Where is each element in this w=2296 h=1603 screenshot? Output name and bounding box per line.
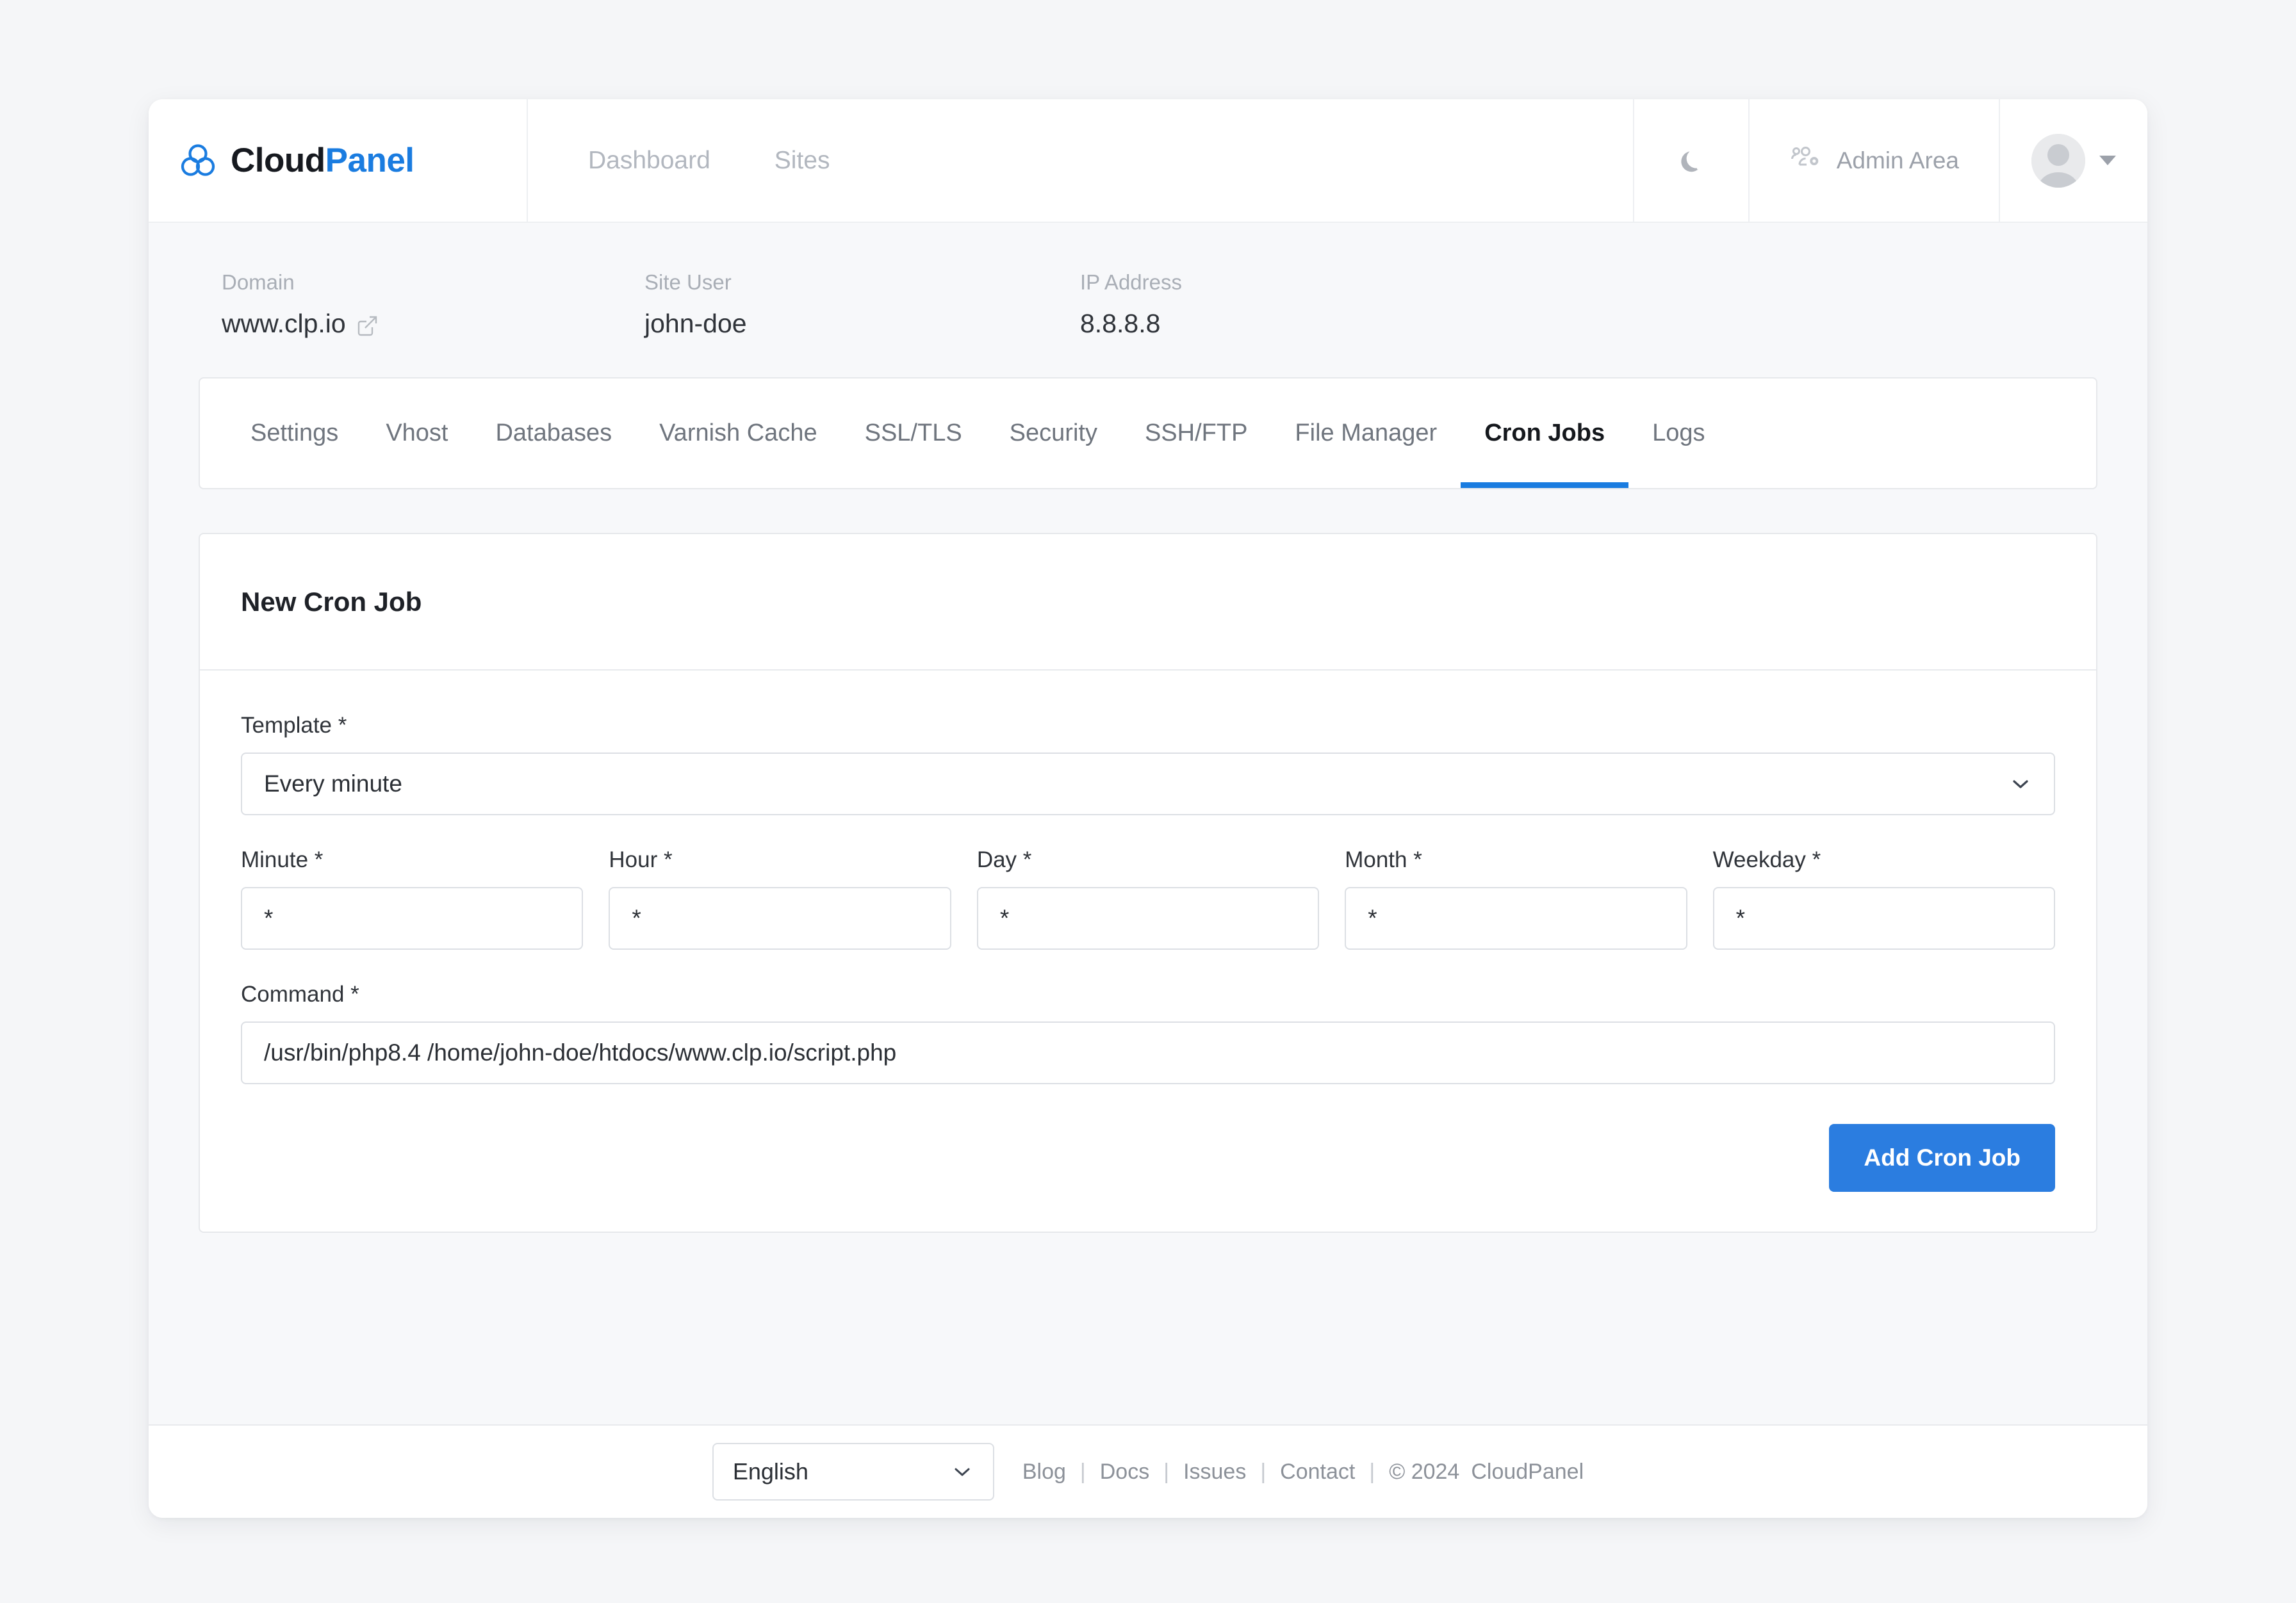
moon-icon — [1677, 146, 1706, 175]
app-footer: English Blog | Docs | Issues | Contact |… — [149, 1424, 2147, 1518]
template-label: Template * — [241, 713, 347, 738]
domain-value-row: www.clp.io — [222, 309, 644, 339]
tab-databases[interactable]: Databases — [472, 378, 636, 488]
hour-field-group: Hour * * — [609, 847, 951, 950]
day-label: Day * — [976, 847, 1032, 872]
footer-link-contact[interactable]: Contact — [1280, 1460, 1355, 1485]
card-title: New Cron Job — [241, 586, 422, 617]
ip-address-value: 8.8.8.8 — [1080, 309, 1161, 338]
footer-links: Blog | Docs | Issues | Contact | © 2024 C… — [1022, 1460, 1584, 1485]
domain-label: Domain — [222, 270, 295, 294]
external-link-icon[interactable] — [356, 313, 378, 336]
nav-item-sites[interactable]: Sites — [775, 147, 830, 175]
chevron-down-icon — [2009, 772, 2032, 795]
command-input[interactable]: /usr/bin/php8.4 /home/john-doe/htdocs/ww… — [241, 1021, 2055, 1084]
tab-ssl-tls[interactable]: SSL/TLS — [841, 378, 986, 488]
admin-area-label: Admin Area — [1836, 147, 1959, 174]
weekday-field-group: Weekday * * — [1712, 847, 2056, 950]
minute-field-group: Minute * * — [241, 847, 584, 950]
nav-item-dashboard[interactable]: Dashboard — [588, 147, 710, 175]
footer-copyright: © 2024 CloudPanel — [1389, 1460, 1584, 1485]
card-body: Template * Every minute Minute * * Hour … — [200, 671, 2096, 1232]
tab-ssh-ftp[interactable]: SSH/FTP — [1121, 378, 1271, 488]
template-field-group: Template * Every minute — [241, 713, 2055, 815]
tab-vhost[interactable]: Vhost — [362, 378, 472, 488]
footer-link-blog[interactable]: Blog — [1022, 1460, 1066, 1485]
tab-cron-jobs[interactable]: Cron Jobs — [1461, 378, 1628, 488]
tab-logs[interactable]: Logs — [1628, 378, 1728, 488]
chevron-down-icon — [951, 1460, 974, 1483]
site-info-user: Site User john-doe — [644, 270, 1080, 339]
hour-label: Hour * — [609, 847, 673, 872]
footer-separator: | — [1163, 1459, 1170, 1484]
brand-name-panel: Panel — [325, 142, 414, 179]
template-select-value: Every minute — [264, 770, 402, 797]
new-cron-job-card: New Cron Job Template * Every minute Min… — [199, 533, 2097, 1233]
template-select[interactable]: Every minute — [241, 753, 2055, 815]
app-window: CloudPanel Dashboard Sites Admin Area Do… — [149, 99, 2147, 1518]
schedule-fields-row: Minute * * Hour * * Day * * Month * * We… — [241, 847, 2056, 950]
month-input[interactable]: * — [1345, 887, 1687, 950]
site-tabbar: Settings Vhost Databases Varnish Cache S… — [199, 377, 2097, 489]
footer-separator: | — [1079, 1459, 1086, 1484]
command-field-group: Command * /usr/bin/php8.4 /home/john-doe… — [241, 982, 2055, 1084]
footer-copyright-brand: CloudPanel — [1471, 1459, 1584, 1484]
language-select[interactable]: English — [712, 1443, 994, 1501]
domain-value: www.clp.io — [222, 309, 346, 338]
brand-logo-area[interactable]: CloudPanel — [149, 99, 528, 222]
users-gear-icon — [1789, 145, 1821, 177]
add-cron-job-button[interactable]: Add Cron Job — [1829, 1124, 2055, 1192]
day-input[interactable]: * — [976, 887, 1320, 950]
language-select-value: English — [732, 1458, 808, 1485]
tab-settings[interactable]: Settings — [227, 378, 362, 488]
site-info-ip: IP Address 8.8.8.8 — [1080, 270, 1182, 339]
footer-separator: | — [1260, 1459, 1267, 1484]
site-user-label: Site User — [644, 270, 732, 294]
dark-mode-toggle[interactable] — [1632, 99, 1748, 222]
command-label: Command * — [241, 982, 359, 1007]
header-actions: Admin Area — [1632, 99, 2147, 222]
ip-address-label: IP Address — [1080, 270, 1182, 294]
footer-link-issues[interactable]: Issues — [1183, 1460, 1246, 1485]
tab-varnish-cache[interactable]: Varnish Cache — [636, 378, 840, 488]
screen-root: CloudPanel Dashboard Sites Admin Area Do… — [0, 0, 2296, 1603]
footer-separator: | — [1369, 1459, 1375, 1484]
tab-file-manager[interactable]: File Manager — [1271, 378, 1461, 488]
footer-copyright-year: © 2024 — [1389, 1459, 1460, 1484]
main-nav: Dashboard Sites — [528, 99, 1633, 222]
tab-security[interactable]: Security — [986, 378, 1121, 488]
user-menu-button[interactable] — [1999, 99, 2147, 222]
content-area: Domain www.clp.io Site User john-doe IP … — [149, 223, 2147, 1424]
admin-area-button[interactable]: Admin Area — [1748, 99, 1999, 222]
month-field-group: Month * * — [1345, 847, 1687, 950]
footer-link-docs[interactable]: Docs — [1100, 1460, 1149, 1485]
weekday-label: Weekday * — [1712, 847, 1821, 872]
site-user-value: john-doe — [644, 309, 747, 338]
card-header: New Cron Job — [200, 534, 2096, 671]
app-header: CloudPanel Dashboard Sites Admin Area — [149, 99, 2147, 223]
site-info-domain: Domain www.clp.io — [222, 270, 644, 339]
card-actions: Add Cron Job — [241, 1124, 2055, 1192]
site-info-bar: Domain www.clp.io Site User john-doe IP … — [199, 223, 2097, 377]
caret-down-icon — [2099, 156, 2116, 165]
day-field-group: Day * * — [976, 847, 1320, 950]
cloud-trefoil-logo-icon — [178, 141, 218, 181]
brand-name-cloud: Cloud — [231, 142, 325, 179]
minute-label: Minute * — [241, 847, 324, 872]
hour-input[interactable]: * — [609, 887, 951, 950]
avatar-icon — [2031, 133, 2085, 188]
weekday-input[interactable]: * — [1712, 887, 2056, 950]
minute-input[interactable]: * — [241, 887, 584, 950]
month-label: Month * — [1345, 847, 1422, 872]
brand-name: CloudPanel — [231, 141, 414, 180]
